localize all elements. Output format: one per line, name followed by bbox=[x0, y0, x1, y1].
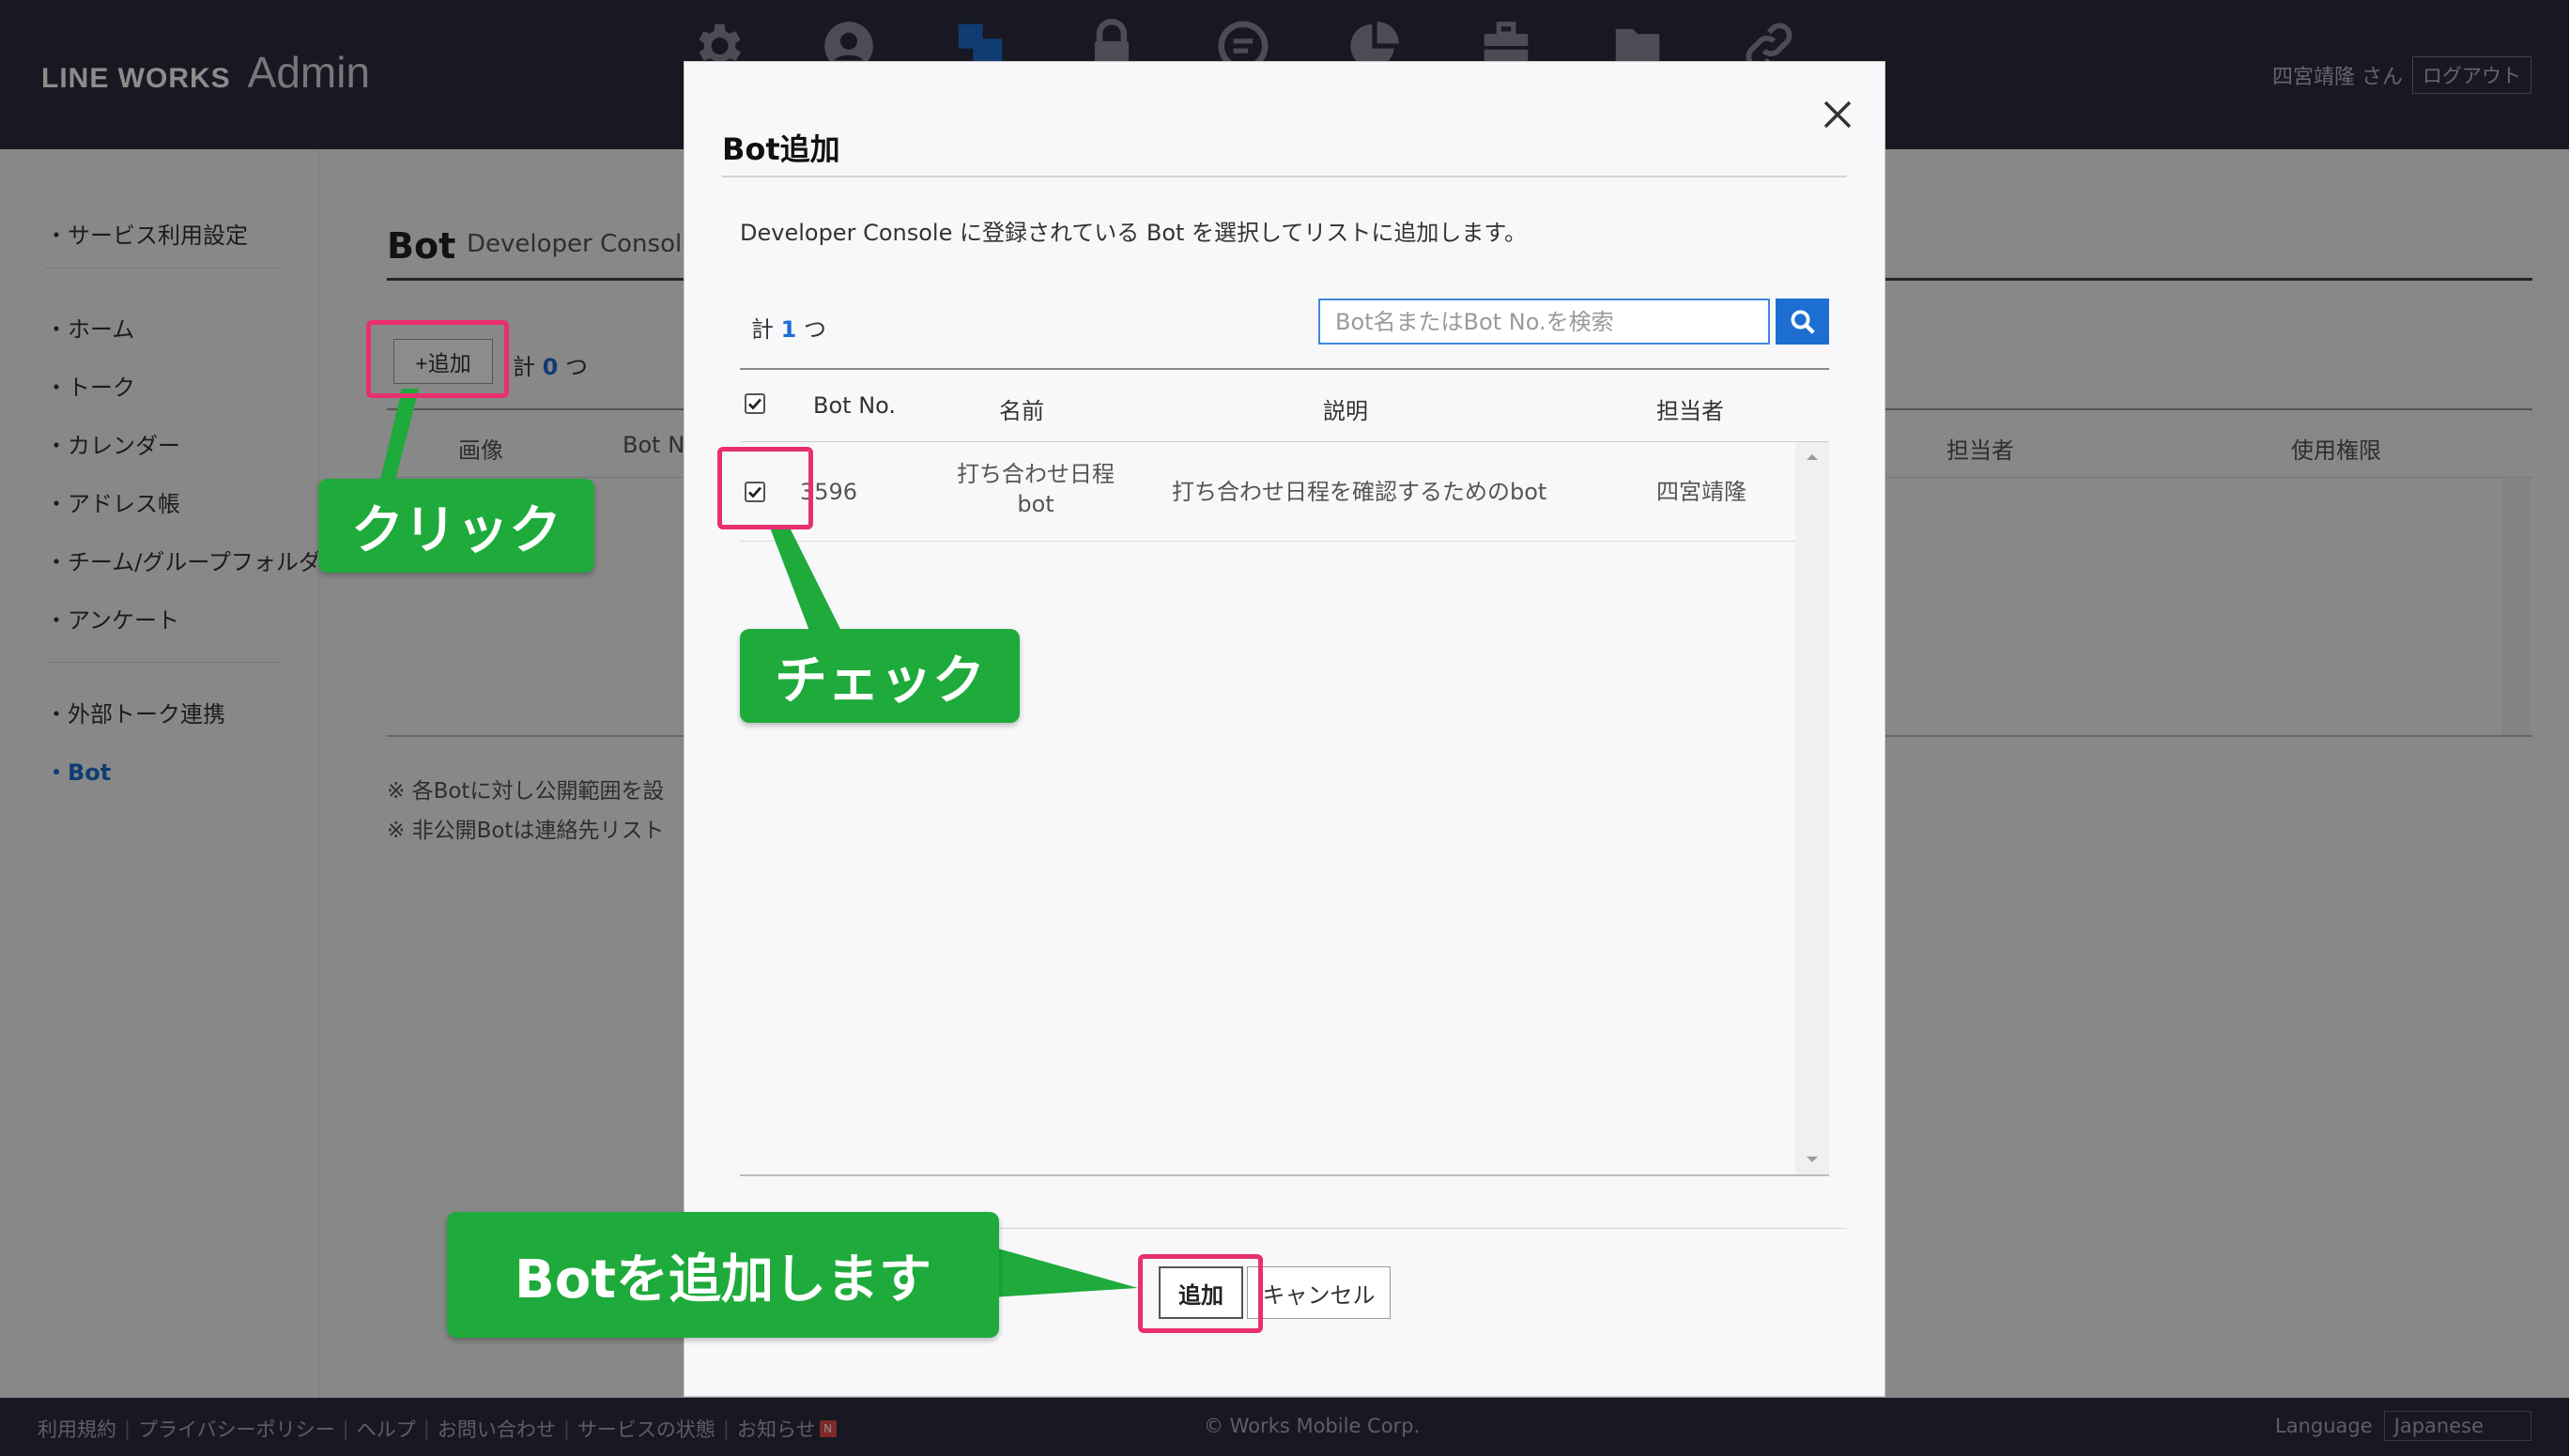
dialog-table-scrollbar[interactable] bbox=[1795, 442, 1829, 1174]
select-all-checkbox[interactable] bbox=[745, 393, 765, 414]
column-header-name: 名前 bbox=[999, 398, 1044, 424]
dialog-table-top-border bbox=[740, 368, 1829, 370]
table-row[interactable]: 3596 打ち合わせ日程 bot 打ち合わせ日程を確認するためのbot 四宮靖隆 bbox=[740, 442, 1795, 542]
scroll-up-icon[interactable] bbox=[1803, 448, 1822, 467]
search-icon bbox=[1791, 310, 1815, 334]
cell-name-line2: bot bbox=[1017, 491, 1054, 517]
cell-name: 打ち合わせ日程 bot bbox=[918, 459, 1153, 519]
close-icon[interactable] bbox=[1819, 96, 1856, 133]
cancel-button[interactable]: キャンセル bbox=[1247, 1266, 1391, 1319]
column-header-bot-no: Bot No. bbox=[813, 392, 897, 419]
add-bot-dialog: Bot追加 Developer Console に登録されている Bot を選択… bbox=[684, 61, 1885, 1397]
cell-description: 打ち合わせ日程を確認するためのbot bbox=[1172, 479, 1547, 505]
callout-add-bot: Botを追加します bbox=[447, 1212, 999, 1338]
result-count: 計 1 つ bbox=[751, 311, 826, 344]
search-button[interactable] bbox=[1776, 299, 1829, 345]
count-value: 1 bbox=[780, 316, 797, 343]
count-prefix: 計 bbox=[751, 316, 774, 343]
cell-name-line1: 打ち合わせ日程 bbox=[957, 461, 1115, 487]
column-header-owner: 担当者 bbox=[1656, 398, 1724, 424]
column-header-description: 説明 bbox=[1323, 398, 1368, 424]
scroll-down-icon[interactable] bbox=[1803, 1150, 1822, 1169]
cell-owner: 四宮靖隆 bbox=[1656, 479, 1746, 505]
highlight-add-button bbox=[366, 320, 509, 398]
dialog-title: Bot追加 bbox=[722, 131, 840, 167]
callout-check: チェック bbox=[740, 629, 1020, 723]
dialog-title-divider bbox=[722, 176, 1847, 177]
dialog-description: Developer Console に登録されている Bot を選択してリストに… bbox=[740, 220, 1527, 246]
bot-search-input[interactable] bbox=[1318, 299, 1770, 345]
highlight-row-checkbox bbox=[717, 447, 813, 529]
checkmark-icon bbox=[748, 398, 762, 410]
count-suffix: つ bbox=[803, 316, 826, 343]
dialog-table-bottom-border bbox=[740, 1174, 1829, 1176]
highlight-confirm-button bbox=[1138, 1254, 1263, 1333]
callout-click: クリック bbox=[318, 479, 594, 573]
